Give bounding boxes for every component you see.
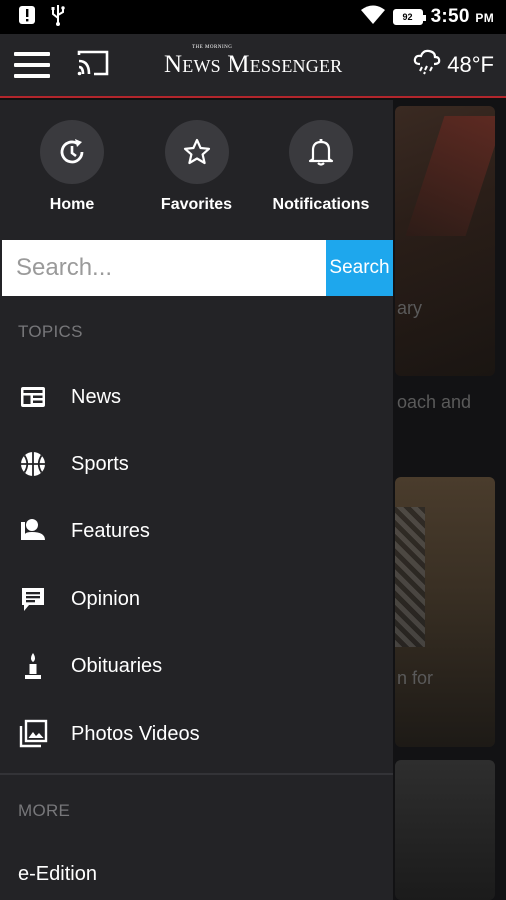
- story-text-fragment: ary: [397, 298, 423, 318]
- story-card: [395, 760, 495, 900]
- quick-action-notifications[interactable]: Notifications: [259, 100, 383, 238]
- menu-icon[interactable]: [14, 52, 50, 78]
- search-bar: Search: [2, 240, 393, 296]
- story-headline-fragment: oach and: [397, 392, 472, 412]
- menu-item-label: Opinion: [71, 587, 140, 610]
- story-card: [395, 477, 495, 747]
- navigation-drawer: Home Favorites Notifications Search TOPI…: [0, 100, 393, 900]
- clock-time: 3:50: [430, 6, 470, 27]
- menu-item-news[interactable]: News: [0, 369, 393, 425]
- usb-icon: [50, 4, 66, 31]
- app-bar: THE MORNING News Messenger 48°F: [0, 34, 506, 98]
- clock-ampm: PM: [475, 11, 494, 25]
- status-bar: 92 3:50 PM: [0, 0, 506, 34]
- menu-item-label: Sports: [71, 452, 129, 475]
- home-refresh-icon: [40, 120, 104, 184]
- quick-action-label: Notifications: [272, 196, 370, 213]
- logo-text: News Messenger: [164, 51, 343, 78]
- menu-item-features[interactable]: Features: [0, 503, 393, 559]
- logo-tagline: THE MORNING: [192, 45, 233, 50]
- candle-icon: [18, 651, 48, 681]
- section-divider: [0, 773, 393, 775]
- topics-header: TOPICS: [18, 322, 83, 341]
- menu-item-photos-videos[interactable]: Photos Videos: [0, 706, 393, 762]
- photo-library-icon: [18, 719, 48, 749]
- battery-level: 92: [402, 12, 413, 22]
- quick-action-favorites[interactable]: Favorites: [135, 100, 259, 238]
- battery-indicator: 92: [392, 9, 426, 25]
- quick-actions: Home Favorites Notifications: [0, 100, 393, 238]
- bell-icon: [289, 120, 353, 184]
- menu-item-label: Photos Videos: [71, 722, 200, 745]
- basketball-icon: [18, 449, 48, 479]
- clock: 3:50 PM: [431, 6, 494, 28]
- menu-item-label: Obituaries: [71, 654, 163, 677]
- menu-item-obituaries[interactable]: Obituaries: [0, 638, 393, 694]
- background-feed: ary oach and n for: [393, 100, 506, 900]
- cast-icon[interactable]: [76, 49, 110, 82]
- quick-action-label: Home: [49, 196, 95, 213]
- more-header: MORE: [18, 801, 71, 820]
- weather-temperature: 48°F: [447, 52, 494, 77]
- story-card: [395, 106, 495, 376]
- menu-item-sports[interactable]: Sports: [0, 436, 393, 492]
- star-icon: [164, 120, 229, 184]
- app-logo[interactable]: THE MORNING News Messenger: [164, 45, 343, 79]
- menu-item-label: Features: [71, 519, 150, 542]
- cloud-rain-icon: [413, 49, 441, 81]
- wifi-icon: [360, 5, 385, 30]
- menu-item-label: News: [71, 385, 122, 408]
- menu-item-opinion[interactable]: Opinion: [0, 571, 393, 627]
- comment-icon: [18, 584, 48, 614]
- quick-action-label: Favorites: [160, 196, 233, 213]
- weather-widget[interactable]: 48°F: [413, 49, 494, 81]
- search-button[interactable]: Search: [326, 240, 393, 296]
- newspaper-icon: [18, 382, 48, 412]
- quick-action-home[interactable]: Home: [10, 100, 134, 238]
- alert-icon: [18, 5, 36, 30]
- story-text-fragment: n for: [397, 668, 434, 688]
- person-icon: [18, 516, 48, 546]
- menu-item-e-edition[interactable]: e-Edition: [18, 863, 97, 886]
- search-input[interactable]: [2, 240, 326, 296]
